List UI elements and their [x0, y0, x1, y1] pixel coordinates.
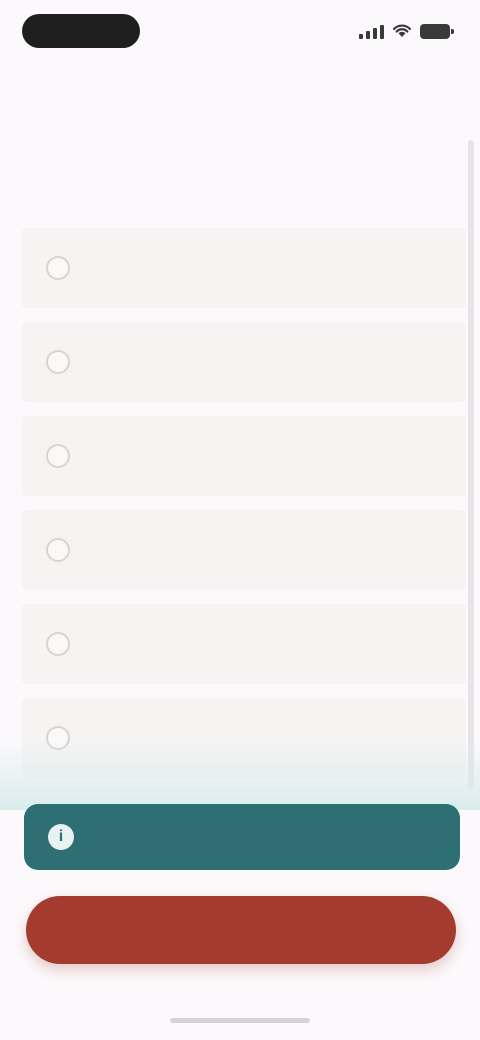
option-5[interactable]: [22, 604, 466, 684]
continue-button[interactable]: [26, 896, 456, 964]
radio-icon[interactable]: [46, 256, 70, 280]
info-icon: i: [48, 824, 74, 850]
option-3[interactable]: [22, 416, 466, 496]
option-1[interactable]: [22, 228, 466, 308]
status-icons: [359, 22, 454, 40]
radio-icon[interactable]: [46, 444, 70, 468]
radio-icon[interactable]: [46, 350, 70, 374]
scroll-fade: [0, 740, 480, 810]
status-bar: [0, 0, 480, 64]
radio-icon[interactable]: [46, 632, 70, 656]
battery-icon: [420, 23, 454, 39]
answer-options: [22, 228, 466, 792]
option-4[interactable]: [22, 510, 466, 590]
home-indicator[interactable]: [170, 1018, 310, 1023]
skip-question-bar[interactable]: i: [24, 804, 460, 870]
scrollbar[interactable]: [468, 140, 474, 790]
wifi-icon: [392, 24, 412, 37]
radio-icon[interactable]: [46, 538, 70, 562]
status-time: [22, 14, 140, 48]
option-2[interactable]: [22, 322, 466, 402]
signal-icon: [359, 23, 384, 39]
